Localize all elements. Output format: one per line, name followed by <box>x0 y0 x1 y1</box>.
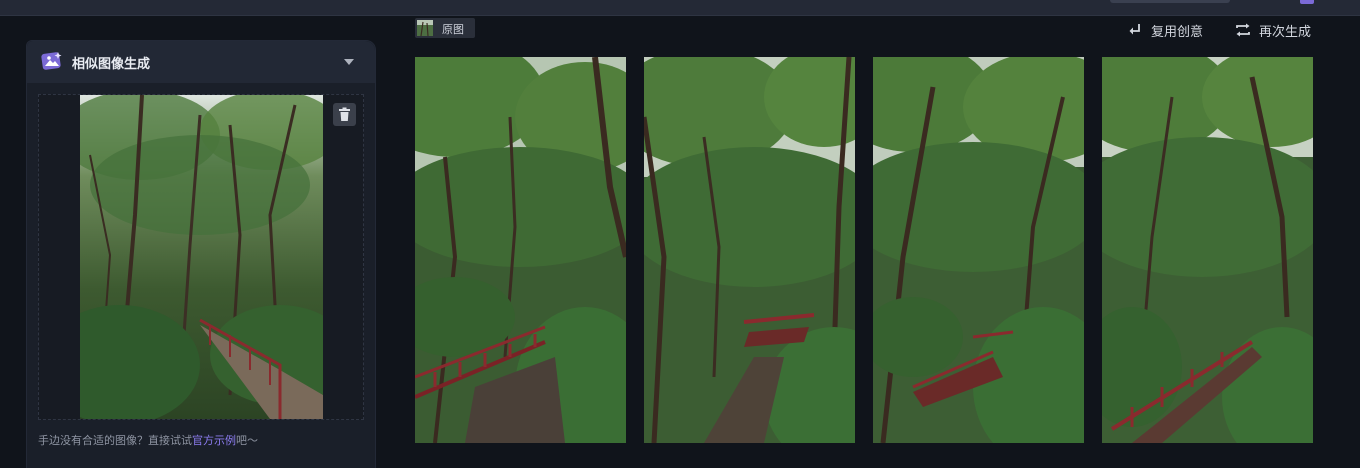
hint-suffix: 吧～ <box>236 434 258 447</box>
result-image-3[interactable] <box>873 57 1084 443</box>
forest-boardwalk-image <box>873 57 1084 443</box>
top-bar-tab[interactable] <box>1110 0 1230 3</box>
similar-image-panel: 相似图像生成 手边没有合适的图像？直接试试官方示例吧～ <box>26 40 376 468</box>
hint-text: 手边没有合适的图像？直接试试官方示例吧～ <box>38 432 258 448</box>
reuse-icon <box>1129 24 1140 35</box>
top-bar-accent[interactable] <box>1300 0 1314 4</box>
image-generate-icon <box>41 52 62 70</box>
regenerate-label: 再次生成 <box>1259 25 1312 40</box>
result-image-4[interactable] <box>1102 57 1313 443</box>
original-thumbnail <box>417 20 433 36</box>
trash-icon <box>339 107 350 121</box>
panel-header[interactable]: 相似图像生成 <box>27 41 375 83</box>
official-example-link[interactable]: 官方示例 <box>192 434 236 447</box>
hint-prefix: 手边没有合适的图像？直接试试 <box>38 434 192 447</box>
panel-title: 相似图像生成 <box>72 57 151 72</box>
original-image-tag[interactable]: 原图 <box>415 18 475 38</box>
regenerate-button[interactable]: 再次生成 <box>1235 21 1325 40</box>
chevron-down-icon[interactable] <box>343 57 355 67</box>
result-image-1[interactable] <box>415 57 626 443</box>
top-bar <box>0 0 1360 16</box>
reuse-label: 复用创意 <box>1151 25 1204 40</box>
forest-boardwalk-image <box>415 57 626 443</box>
delete-button[interactable] <box>333 103 356 126</box>
forest-boardwalk-image <box>1102 57 1313 443</box>
source-image <box>80 95 323 419</box>
reuse-idea-button[interactable]: 复用创意 <box>1127 21 1217 40</box>
forest-boardwalk-image <box>644 57 855 443</box>
result-image-2[interactable] <box>644 57 855 443</box>
original-label: 原图 <box>442 23 464 36</box>
regenerate-icon <box>1236 23 1250 37</box>
upload-dropzone[interactable] <box>38 94 364 420</box>
